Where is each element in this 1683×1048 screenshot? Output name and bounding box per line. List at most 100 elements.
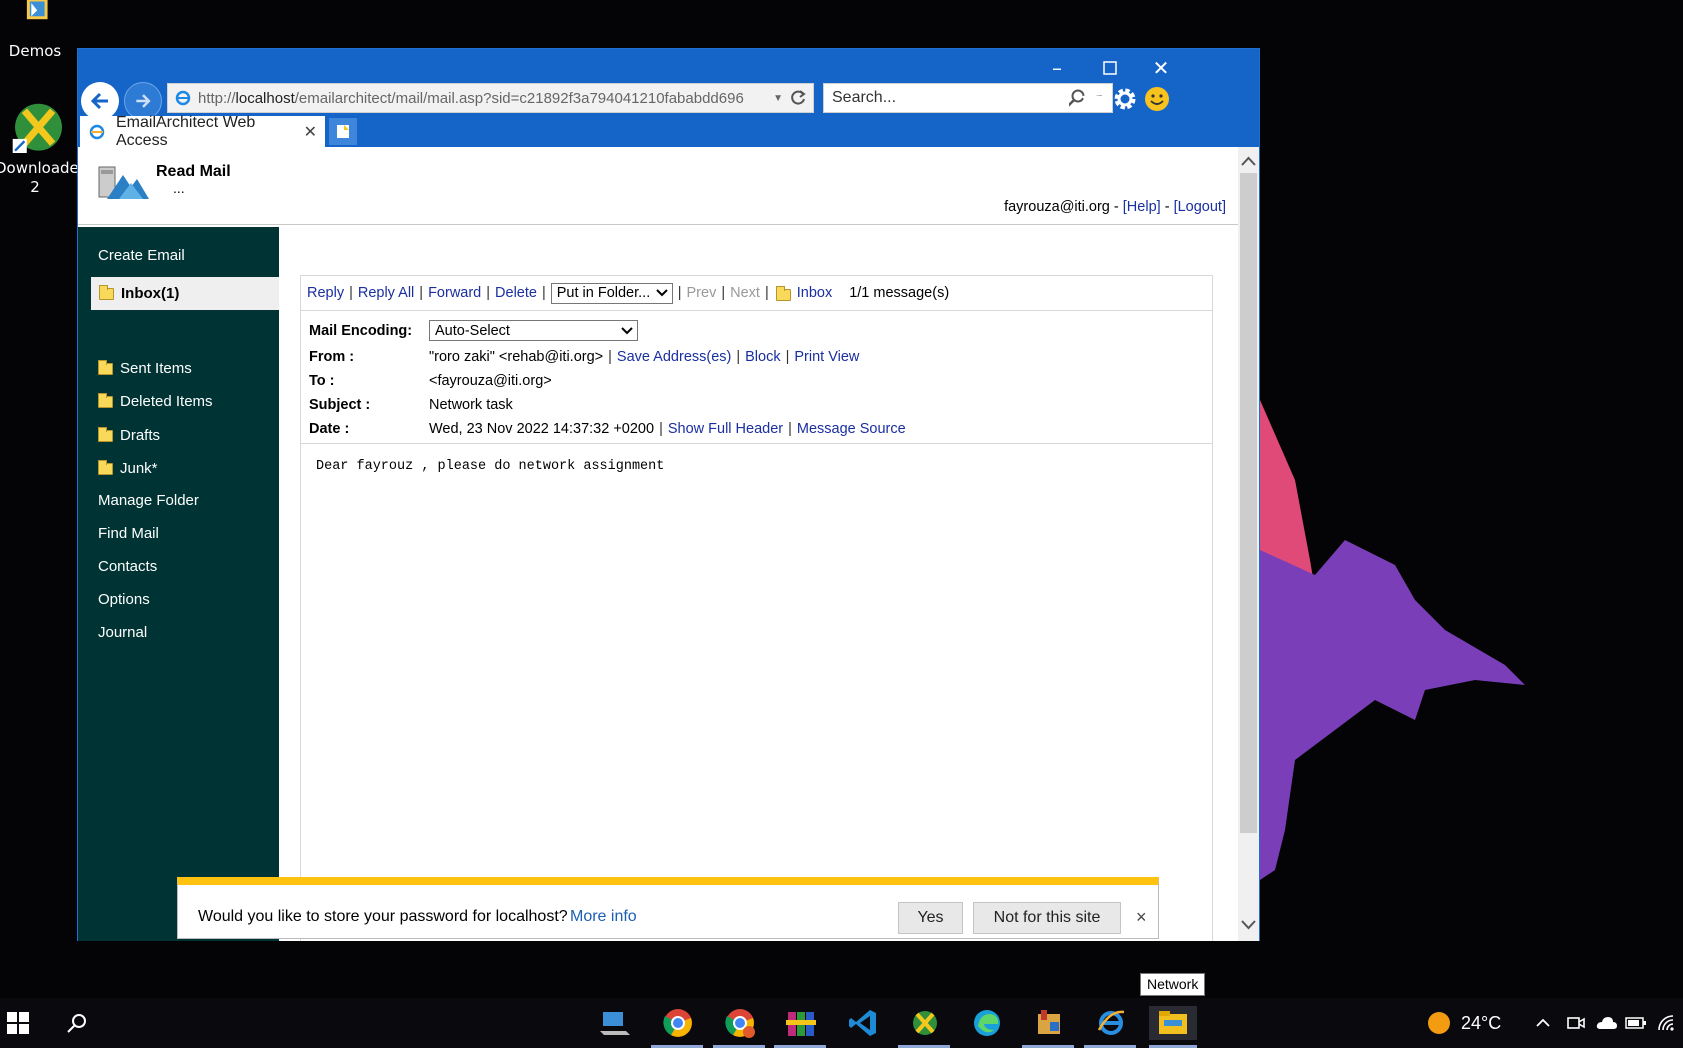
- new-tab-button[interactable]: [329, 118, 357, 145]
- taskbar-search-button[interactable]: [60, 1006, 94, 1040]
- page-subtitle: ...: [173, 180, 185, 196]
- desktop-icon-downloader[interactable]: Downloader 2: [0, 97, 85, 197]
- save-addresses-link[interactable]: Save Address(es): [617, 349, 731, 365]
- next-link[interactable]: Next: [730, 285, 760, 301]
- start-button[interactable]: [0, 1006, 36, 1040]
- sidebar-item-inbox[interactable]: Inbox(1): [91, 277, 279, 310]
- not-for-this-site-button[interactable]: Not for this site: [973, 902, 1121, 934]
- downloader-icon: [12, 103, 62, 153]
- reply-link[interactable]: Reply: [307, 285, 344, 301]
- archive-books-icon: [786, 1012, 816, 1036]
- close-window-button[interactable]: ✕: [1139, 55, 1183, 81]
- sidebar-item-contacts[interactable]: Contacts: [98, 558, 157, 575]
- refresh-icon[interactable]: [789, 89, 807, 107]
- tab-emailarchitect[interactable]: EmailArchitect Web Access ✕: [80, 113, 325, 149]
- smiley-feedback-icon[interactable]: [1142, 84, 1172, 114]
- help-link[interactable]: [Help]: [1123, 199, 1161, 215]
- show-hidden-icons-button[interactable]: [1531, 1006, 1555, 1040]
- weather-widget[interactable]: 24°C: [1427, 1006, 1515, 1040]
- search-placeholder: Search...: [832, 89, 897, 106]
- date-value: Wed, 23 Nov 2022 14:37:32 +0200: [429, 421, 655, 437]
- put-in-folder-select[interactable]: Put in Folder...: [550, 282, 673, 304]
- sidebar-item-find-mail[interactable]: Find Mail: [98, 525, 159, 542]
- prev-link[interactable]: Prev: [687, 285, 717, 301]
- vscode-icon: [849, 1010, 876, 1036]
- sidebar-item-junk[interactable]: Junk*: [98, 459, 158, 477]
- encoding-row: Mail Encoding: Auto-Select: [309, 320, 1189, 342]
- scroll-down-icon[interactable]: [1238, 915, 1259, 935]
- sidebar-item-deleted-items[interactable]: Deleted Items: [98, 392, 213, 410]
- chevron-down-icon: [656, 289, 668, 297]
- taskbar-app-vscode[interactable]: [846, 1006, 880, 1040]
- favorites-star-icon[interactable]: [1078, 84, 1108, 114]
- downloader-icon: [913, 1011, 937, 1035]
- taskbar-app-chrome-profile-1[interactable]: [661, 1006, 695, 1040]
- message-panel: Reply | Reply All | Forward | Delete | Put i…: [300, 275, 1213, 941]
- taskbar-app-office-tools[interactable]: [1032, 1006, 1066, 1040]
- read-mail-logo-icon: [98, 166, 149, 199]
- battery-icon: [1625, 1017, 1646, 1029]
- page-content: Read Mail ... fayrouza@iti.org - [Help] …: [78, 147, 1238, 941]
- chevron-up-icon: [1536, 1018, 1550, 1027]
- folder-icon: [98, 426, 113, 442]
- message-count: 1/1 message(s): [849, 285, 950, 301]
- video-camera-icon: [1567, 1017, 1585, 1029]
- desktop-icon-demos[interactable]: Demos: [0, 0, 75, 60]
- taskbar-app-edge[interactable]: [970, 1006, 1004, 1040]
- forward-link[interactable]: Forward: [428, 285, 481, 301]
- battery-tray-icon[interactable]: [1624, 1006, 1648, 1040]
- close-notification-icon[interactable]: ×: [1136, 907, 1147, 928]
- taskbar-app-downloader[interactable]: [908, 1006, 942, 1040]
- minimize-button[interactable]: –: [1035, 55, 1079, 81]
- more-info-link[interactable]: More info: [570, 908, 637, 926]
- scroll-up-icon[interactable]: [1238, 151, 1259, 171]
- scrollbar-thumb[interactable]: [1240, 173, 1257, 833]
- yes-button[interactable]: Yes: [898, 902, 963, 934]
- message-source-link[interactable]: Message Source: [797, 421, 906, 437]
- sidebar-item-create-email[interactable]: Create Email: [98, 247, 185, 264]
- wifi-icon: [1658, 1015, 1674, 1031]
- subject-row: Subject : Network task: [309, 397, 1189, 417]
- show-full-header-link[interactable]: Show Full Header: [668, 421, 783, 437]
- address-url: http://localhost/emailarchitect/mail/mai…: [198, 89, 744, 107]
- sidebar-item-options[interactable]: Options: [98, 591, 150, 608]
- delete-link[interactable]: Delete: [495, 285, 537, 301]
- mail-encoding-select[interactable]: Auto-Select: [429, 320, 638, 341]
- settings-gear-icon[interactable]: [1110, 84, 1140, 114]
- home-icon[interactable]: [1046, 84, 1076, 114]
- taskbar-app-chrome-profile-2[interactable]: [723, 1006, 757, 1040]
- address-dropdown-icon[interactable]: ▼: [773, 93, 783, 104]
- logout-link[interactable]: [Logout]: [1174, 199, 1226, 215]
- onedrive-tray-icon[interactable]: [1595, 1006, 1619, 1040]
- taskbar-app-internet-explorer[interactable]: [1094, 1006, 1128, 1040]
- folder-icon: [99, 284, 114, 300]
- sidebar-item-manage-folder[interactable]: Manage Folder: [98, 492, 199, 509]
- taskbar-app-file-explorer[interactable]: [1149, 1006, 1197, 1040]
- close-tab-icon[interactable]: ✕: [304, 122, 317, 142]
- sidebar-item-sent-items[interactable]: Sent Items: [98, 359, 192, 377]
- block-link[interactable]: Block: [745, 349, 780, 365]
- address-bar[interactable]: http://localhost/emailarchitect/mail/mai…: [167, 83, 814, 113]
- back-button[interactable]: [81, 82, 119, 120]
- page-scrollbar[interactable]: [1238, 147, 1259, 941]
- sidebar-item-label: Drafts: [120, 427, 161, 444]
- reply-all-link[interactable]: Reply All: [358, 285, 414, 301]
- meet-now-tray-icon[interactable]: [1565, 1006, 1587, 1040]
- sidebar-item-label: Inbox(1): [121, 285, 180, 302]
- subject-label: Subject :: [309, 397, 371, 413]
- sidebar-item-drafts[interactable]: Drafts: [98, 426, 161, 444]
- inbox-link[interactable]: Inbox: [797, 285, 832, 301]
- page-title: Read Mail: [156, 163, 231, 180]
- print-view-link[interactable]: Print View: [794, 349, 859, 365]
- sidebar-item-label: Sent Items: [120, 360, 192, 377]
- taskbar-app-winrar[interactable]: [784, 1006, 818, 1040]
- sidebar-item-label: Deleted Items: [120, 393, 213, 410]
- taskbar-app-desktop[interactable]: [598, 1006, 632, 1040]
- network-tray-icon[interactable]: [1654, 1006, 1680, 1040]
- password-question: Would you like to store your password fo…: [198, 908, 568, 925]
- desktop-icon-label: Downloader 2: [0, 159, 85, 196]
- sidebar-item-journal[interactable]: Journal: [98, 624, 147, 641]
- date-row: Date : Wed, 23 Nov 2022 14:37:32 +0200 | S…: [309, 421, 906, 437]
- maximize-button[interactable]: [1088, 55, 1132, 81]
- tab-title: EmailArchitect Web Access: [116, 113, 256, 149]
